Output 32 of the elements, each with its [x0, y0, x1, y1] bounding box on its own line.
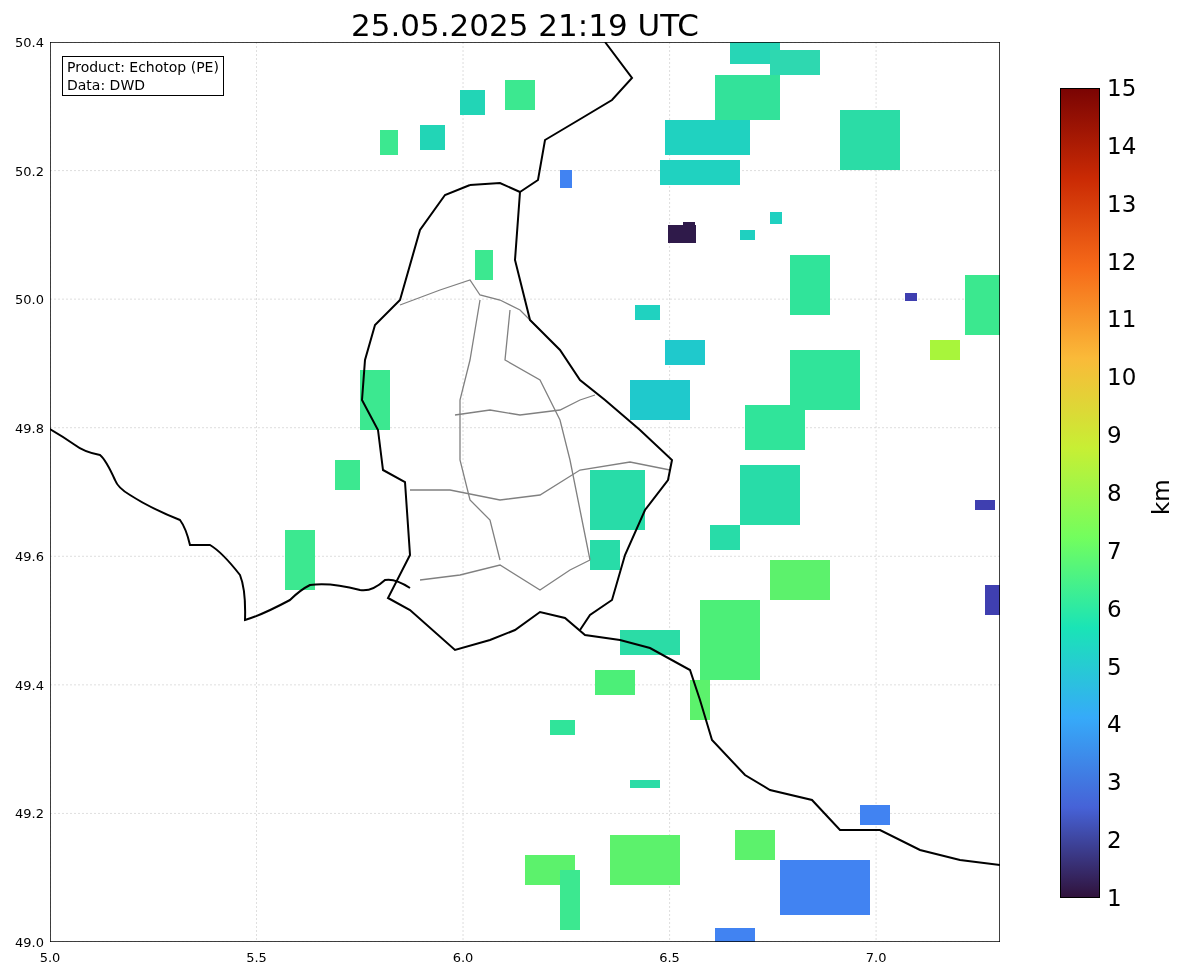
y-tick-label: 50.0	[14, 291, 44, 310]
y-tick-label: 49.4	[14, 676, 44, 695]
y-tick-label: 49.8	[14, 419, 44, 438]
colorbar-tick-label: 9	[1107, 422, 1122, 449]
colorbar-tick-label: 6	[1107, 595, 1122, 622]
colorbar-tick-label: 10	[1107, 364, 1137, 391]
x-tick-label: 5.5	[245, 949, 268, 967]
info-text: Product: Echotop (PE)	[67, 58, 219, 76]
colorbar-label: km	[1147, 478, 1174, 515]
colorbar-tick-label: 11	[1107, 306, 1137, 333]
y-tick-label: 50.2	[14, 162, 44, 181]
y-tick-label: 50.4	[14, 34, 44, 52]
y-tick-label: 49.0	[14, 934, 44, 952]
x-tick-label: 6.5	[658, 949, 681, 967]
chart-title: 25.05.2025 21:19 UTC	[350, 6, 700, 45]
y-tick-label: 49.2	[14, 805, 44, 824]
colorbar-tick-label: 12	[1107, 248, 1137, 275]
colorbar-tick-label: 3	[1107, 769, 1122, 796]
x-tick-label: 6.0	[451, 949, 475, 967]
colorbar-tick-label: 1	[1107, 885, 1122, 911]
y-tick-label: 49.6	[14, 548, 44, 567]
x-tick-label: 5.0	[38, 949, 62, 967]
colorbar-tick-label: 14	[1107, 132, 1137, 159]
colorbar-tick-label: 2	[1107, 827, 1122, 854]
colorbar-tick-label: 15	[1107, 75, 1137, 101]
x-tick-label: 7.0	[864, 949, 888, 967]
colorbar-tick-label: 13	[1107, 190, 1137, 217]
colorbar-tick-label: 5	[1107, 653, 1122, 680]
colorbar-tick-label: 4	[1107, 711, 1122, 738]
colorbar-tick-label: 8	[1107, 480, 1122, 506]
colorbar-tick-label: 7	[1107, 537, 1122, 564]
info-text: Data: DWD	[67, 76, 146, 94]
